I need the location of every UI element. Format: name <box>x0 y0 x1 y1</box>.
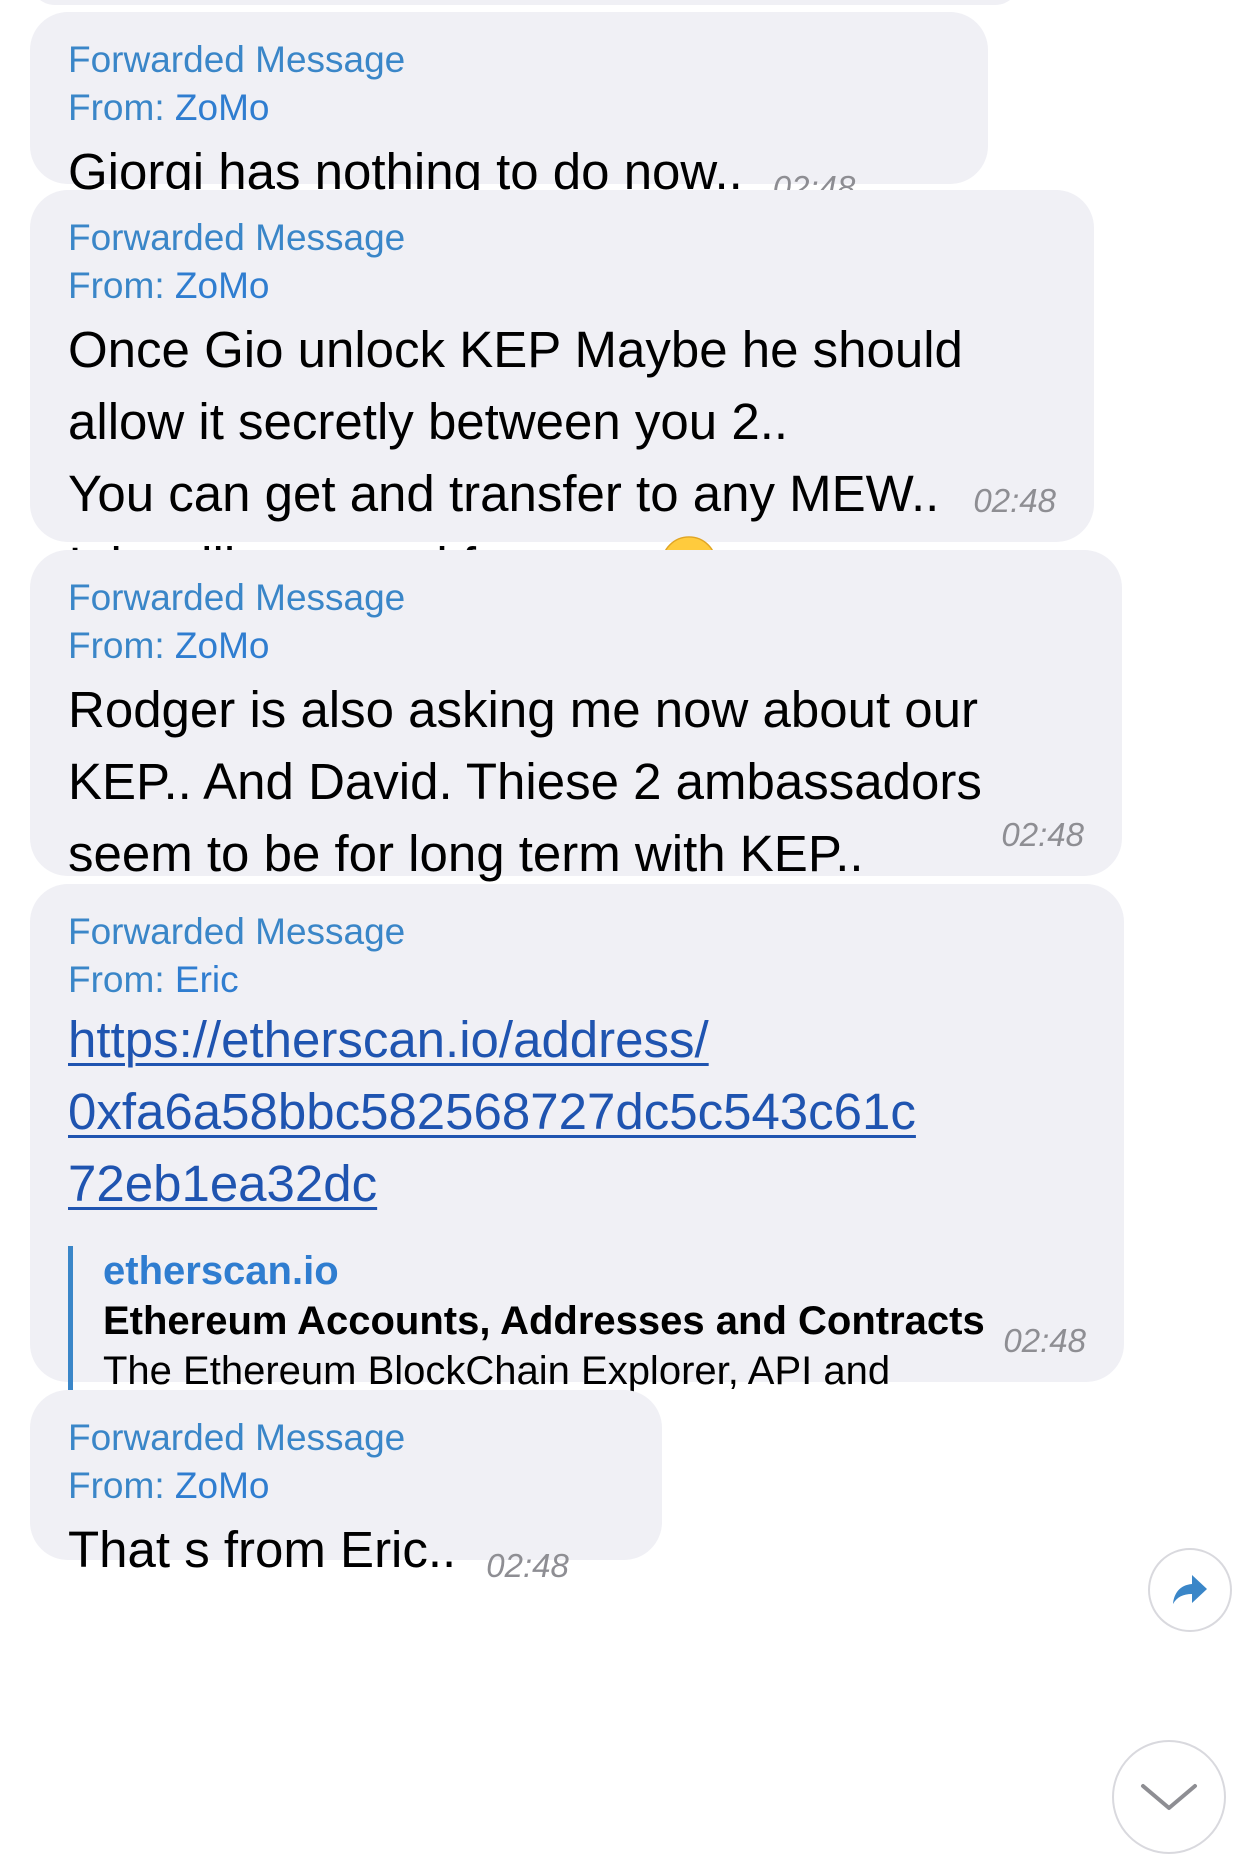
message-line: KEP.. And David. Thiese 2 ambassadors <box>68 753 982 810</box>
message-time: 02:48 <box>973 482 1056 519</box>
from-name[interactable]: ZoMo <box>175 1465 270 1506</box>
message-line: seem to be for long term with KEP.. <box>68 825 864 882</box>
from-name[interactable]: ZoMo <box>175 87 270 128</box>
from-label: From: <box>68 265 165 306</box>
from-name[interactable]: ZoMo <box>175 625 270 666</box>
message-line: allow it secretly between you 2.. <box>68 393 789 450</box>
message-text: That s from Eric.. 02:48 <box>68 1514 624 1602</box>
link-line[interactable]: https://etherscan.io/address/ <box>68 1004 1086 1076</box>
forwarded-header: Forwarded Message <box>68 39 406 80</box>
message-text: Rodger is also asking me now about our K… <box>68 674 1084 890</box>
share-button[interactable] <box>1148 1548 1232 1632</box>
forwarded-from[interactable]: From: ZoMo <box>68 84 950 132</box>
preview-site-name: etherscan.io <box>103 1249 339 1293</box>
message-bubble[interactable]: Forwarded Message From: ZoMo Once Gio un… <box>30 190 1094 594</box>
message-bubble[interactable]: Forwarded Message From: ZoMo Giorgi has … <box>30 12 988 206</box>
message-time: 02:48 <box>486 1547 569 1584</box>
forwarded-header: Forwarded Message <box>68 911 406 952</box>
link-line[interactable]: 0xfa6a58bbc582568727dc5c543c61c <box>68 1076 1086 1148</box>
forwarded-header: Forwarded Message <box>68 217 406 258</box>
message-bubble[interactable]: Forwarded Message From: ZoMo Rodger is a… <box>30 550 1122 882</box>
preview-description-line: The Ethereum BlockChain Explorer, API an… <box>103 1349 891 1393</box>
from-label: From: <box>68 625 165 666</box>
etherscan-link[interactable]: https://etherscan.io/address/ 0xfa6a58bb… <box>68 1004 1086 1220</box>
message-time: 02:48 <box>1001 816 1084 853</box>
share-arrow-icon <box>1173 1575 1207 1604</box>
from-name[interactable]: ZoMo <box>175 265 270 306</box>
from-label: From: <box>68 87 165 128</box>
from-label: From: <box>68 1465 165 1506</box>
link-line[interactable]: 72eb1ea32dc <box>68 1148 1086 1220</box>
forwarded-from[interactable]: From: Eric <box>68 956 1086 1004</box>
message-time: 02:48 <box>1003 1322 1086 1359</box>
chat-view[interactable]: Forwarded Message From: ZoMo Giorgi has … <box>0 0 1241 1854</box>
forwarded-from[interactable]: From: ZoMo <box>68 262 1056 310</box>
previous-message-bubble[interactable] <box>30 0 1020 5</box>
chevron-down-icon <box>1141 1784 1197 1810</box>
message-bubble[interactable]: Forwarded Message From: ZoMo That s from… <box>30 1390 662 1584</box>
from-label: From: <box>68 959 165 1000</box>
message-line: Once Gio unlock KEP Maybe he should <box>68 321 963 378</box>
forwarded-header: Forwarded Message <box>68 1417 406 1458</box>
message-line: Rodger is also asking me now about our <box>68 681 979 738</box>
scroll-to-bottom-button[interactable] <box>1112 1740 1226 1854</box>
message-line: That s from Eric.. <box>68 1521 457 1578</box>
message-bubble[interactable]: Forwarded Message From: Eric https://eth… <box>30 884 1124 1446</box>
preview-title: Ethereum Accounts, Addresses and Contrac… <box>103 1299 985 1343</box>
from-name[interactable]: Eric <box>175 959 239 1000</box>
forwarded-from[interactable]: From: ZoMo <box>68 1462 624 1510</box>
forwarded-from[interactable]: From: ZoMo <box>68 622 1084 670</box>
forwarded-header: Forwarded Message <box>68 577 406 618</box>
message-line: You can get and transfer to any MEW.. <box>68 465 940 522</box>
